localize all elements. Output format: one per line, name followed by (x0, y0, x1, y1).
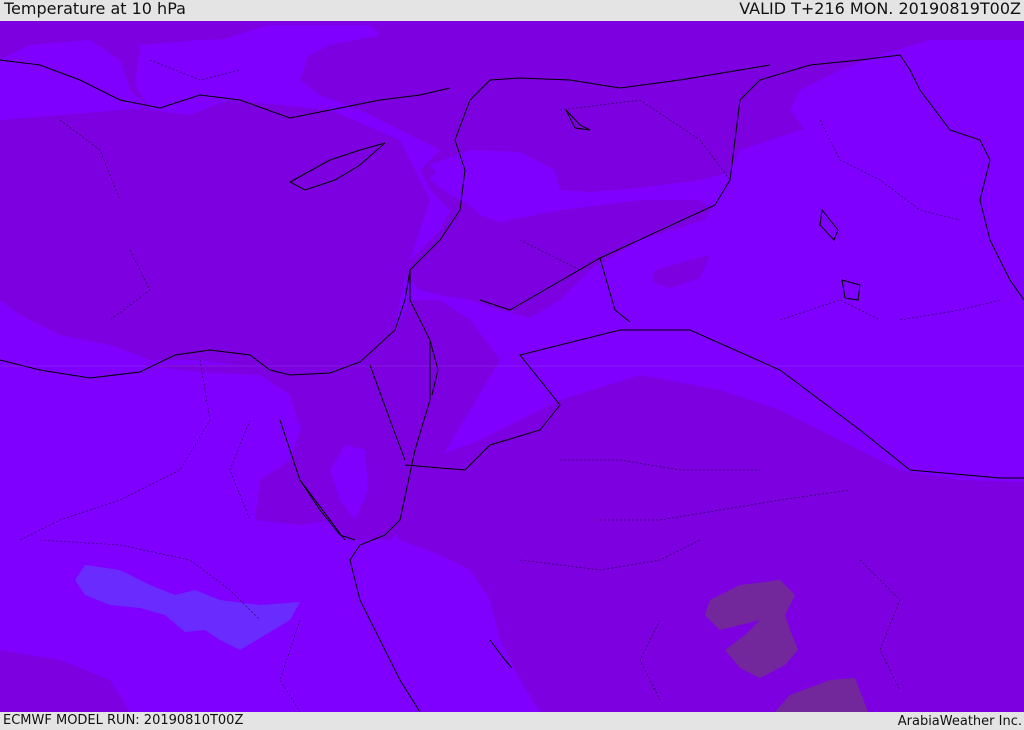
model-run: ECMWF MODEL RUN: 20190810T00Z (3, 713, 244, 728)
header-bar: Temperature at 10 hPa VALID T+216 MON. 2… (0, 0, 1024, 21)
map-title: Temperature at 10 hPa (4, 0, 186, 18)
temperature-band-west (0, 100, 430, 370)
map-canvas (0, 21, 1024, 712)
weather-map[interactable] (0, 21, 1024, 712)
valid-time: VALID T+216 MON. 20190819T00Z (739, 0, 1021, 18)
footer-bar: ECMWF MODEL RUN: 20190810T00Z ArabiaWeat… (0, 712, 1024, 729)
credit-text: ArabiaWeather Inc. (897, 714, 1022, 729)
